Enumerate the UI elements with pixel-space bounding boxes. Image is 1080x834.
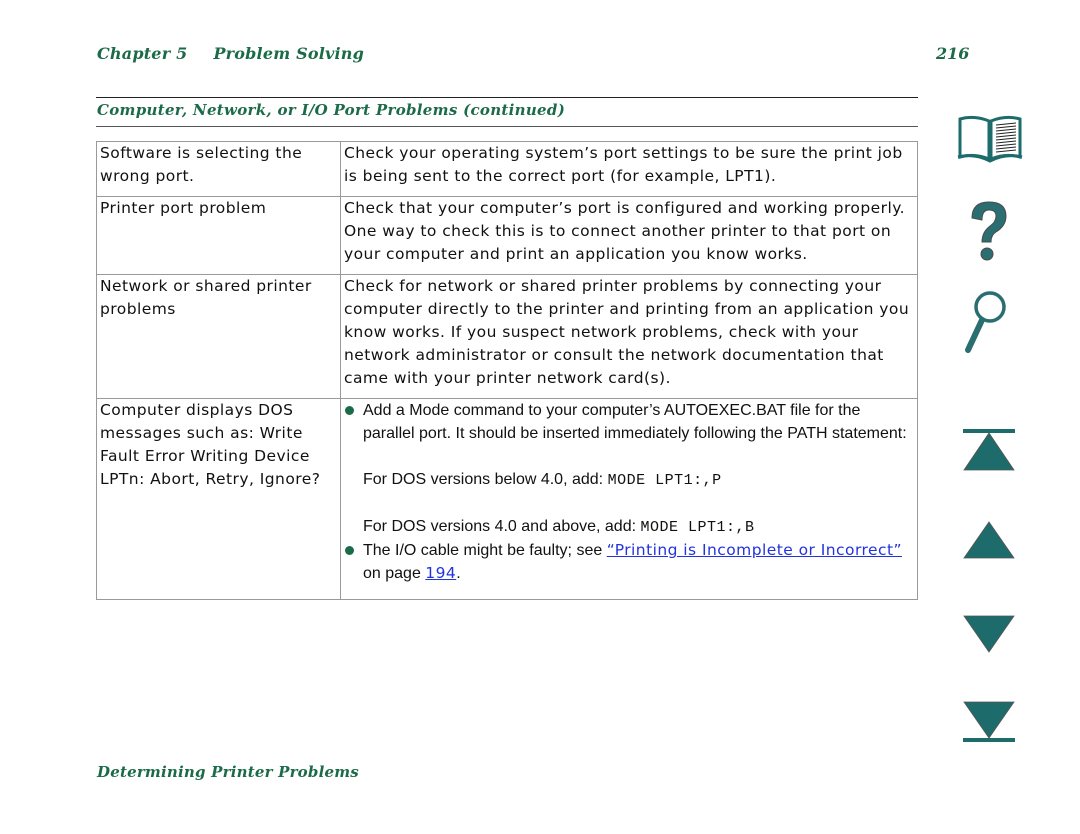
page-reference-link[interactable]: 194 bbox=[425, 564, 456, 582]
solution-cell: Add a Mode command to your computer’s AU… bbox=[340, 398, 918, 600]
dos-command-line: For DOS versions below 4.0, add: MODE LP… bbox=[344, 468, 914, 492]
command-prefix: For DOS versions below 4.0, add: bbox=[363, 471, 608, 488]
solution-cell: Check that your computer’s port is confi… bbox=[340, 196, 918, 275]
chapter-label: Chapter 5 bbox=[97, 44, 188, 63]
section-title: Computer, Network, or I/O Port Problems … bbox=[97, 101, 566, 119]
help-question-icon[interactable] bbox=[966, 198, 1012, 264]
command-code: MODE LPT1:,B bbox=[640, 519, 755, 536]
cross-reference-link[interactable]: “Printing is Incomplete or Incorrect” bbox=[607, 541, 902, 559]
dos-command-line: For DOS versions 4.0 and above, add: MOD… bbox=[344, 515, 914, 539]
solution-cell: Check your operating system’s port setti… bbox=[340, 141, 918, 197]
section-rule-top bbox=[96, 97, 918, 98]
bullet-text: . bbox=[456, 565, 461, 582]
problem-cell: Software is selecting the wrong port. bbox=[96, 141, 341, 197]
table-row: Software is selecting the wrong port. Ch… bbox=[96, 141, 918, 197]
table-row: Computer displays DOS messages such as: … bbox=[96, 398, 918, 600]
search-magnifier-icon[interactable] bbox=[960, 288, 1010, 354]
bullet-dot-icon bbox=[345, 546, 354, 555]
bullet-text: on page bbox=[363, 565, 426, 582]
bullet-text: Add a Mode command to your computer’s AU… bbox=[363, 402, 907, 442]
first-page-icon[interactable] bbox=[962, 428, 1016, 472]
chapter-title: Problem Solving bbox=[213, 44, 365, 63]
problem-cell: Computer displays DOS messages such as: … bbox=[96, 398, 341, 600]
table-row: Printer port problem Check that your com… bbox=[96, 196, 918, 275]
page-number: 216 bbox=[936, 44, 970, 63]
problem-solution-table: Software is selecting the wrong port. Ch… bbox=[96, 141, 918, 600]
section-rule-bottom bbox=[96, 126, 918, 127]
chapter-header: Chapter 5 Problem Solving bbox=[97, 44, 364, 63]
bullet-text: The I/O cable might be faulty; see bbox=[363, 542, 607, 559]
next-page-icon[interactable] bbox=[962, 614, 1016, 654]
bullet-item: The I/O cable might be faulty; see “Prin… bbox=[344, 539, 914, 585]
solution-cell: Check for network or shared printer prob… bbox=[340, 274, 918, 399]
problem-cell: Printer port problem bbox=[96, 196, 341, 275]
bullet-item: Add a Mode command to your computer’s AU… bbox=[344, 399, 914, 445]
bullet-dot-icon bbox=[345, 406, 354, 415]
bullet-body: The I/O cable might be faulty; see “Prin… bbox=[363, 539, 914, 585]
bullet-body: Add a Mode command to your computer’s AU… bbox=[363, 399, 914, 445]
command-code: MODE LPT1:,P bbox=[607, 472, 722, 489]
previous-page-icon[interactable] bbox=[962, 520, 1016, 560]
footer-title: Determining Printer Problems bbox=[97, 763, 359, 781]
command-prefix: For DOS versions 4.0 and above, add: bbox=[363, 518, 641, 535]
table-row: Network or shared printer problems Check… bbox=[96, 274, 918, 399]
contents-book-icon[interactable] bbox=[956, 113, 1024, 165]
last-page-icon[interactable] bbox=[962, 700, 1016, 744]
problem-cell: Network or shared printer problems bbox=[96, 274, 341, 399]
